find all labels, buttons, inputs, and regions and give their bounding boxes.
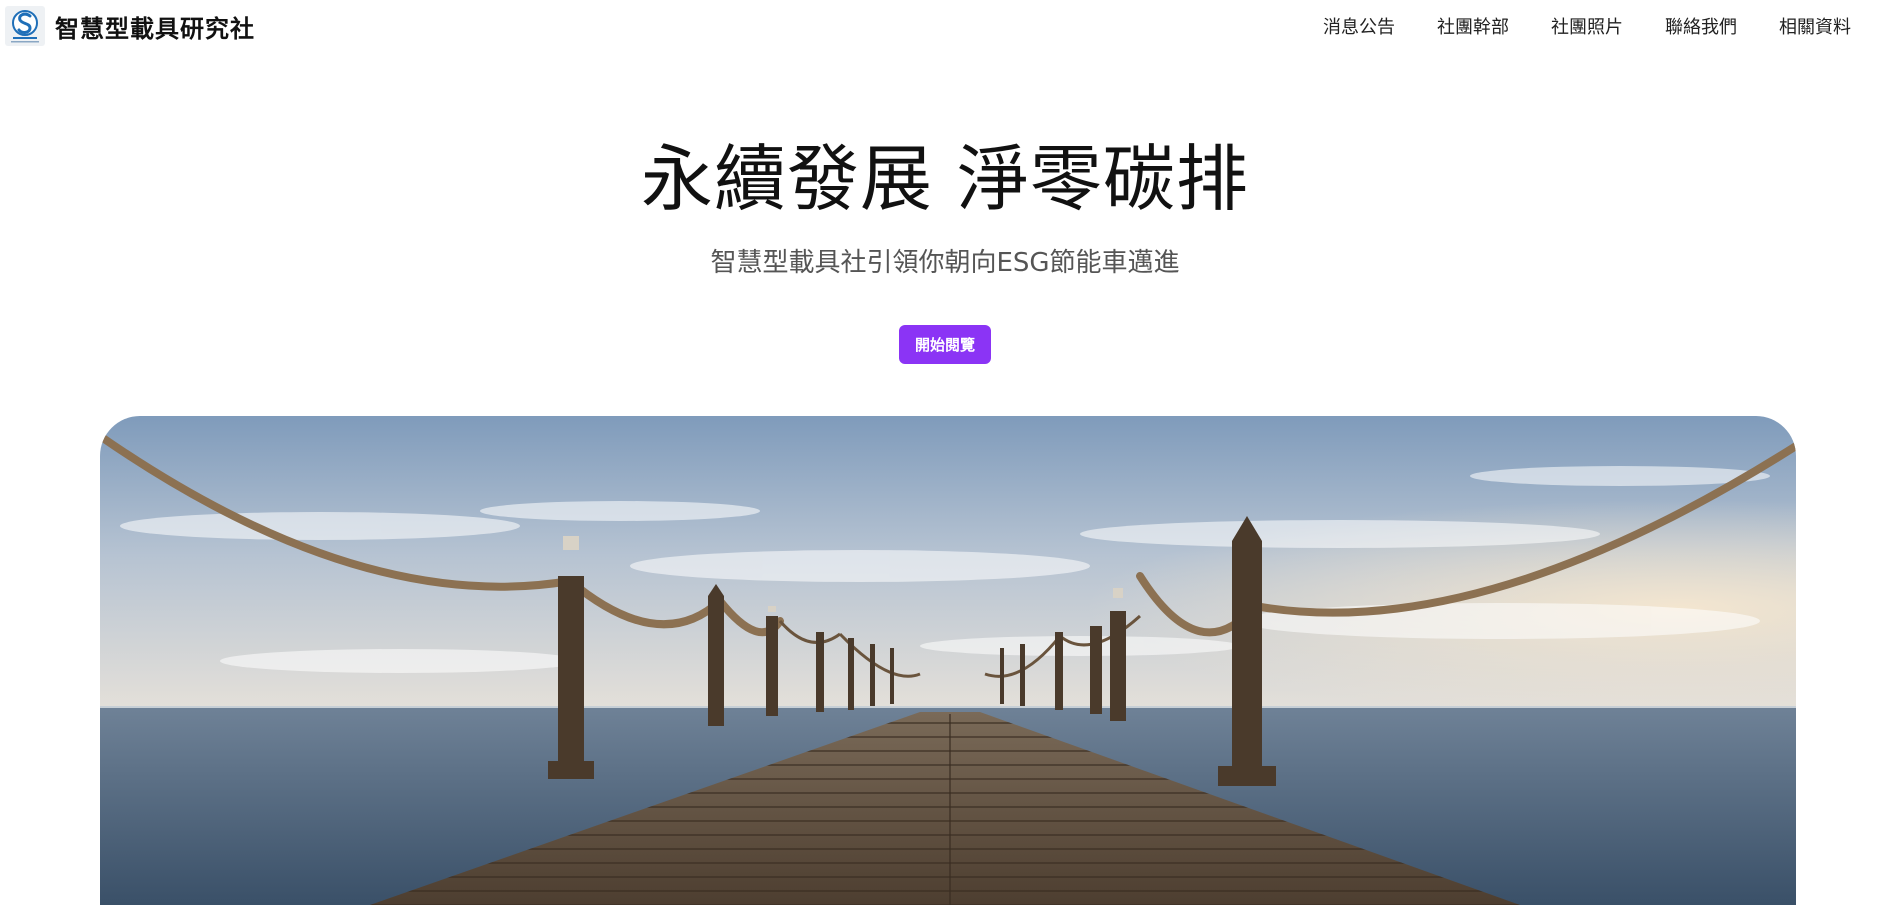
- nav-item-contact[interactable]: 聯絡我們: [1665, 13, 1737, 39]
- pier-ocean-photo: [100, 416, 1796, 905]
- nav-item-resources[interactable]: 相關資料: [1779, 13, 1851, 39]
- hero-subtitle: 智慧型載具社引領你朝向ESG節能車邁進: [710, 248, 1180, 278]
- brand-home-link[interactable]: 智慧型載具研究社: [5, 6, 255, 46]
- brand-name: 智慧型載具研究社: [55, 14, 255, 43]
- nav-item-announcements[interactable]: 消息公告: [1323, 13, 1395, 39]
- nav-item-photos[interactable]: 社團照片: [1551, 13, 1623, 39]
- hero-title: 永續發展 淨零碳排: [641, 137, 1249, 221]
- start-browsing-button[interactable]: 開始閱覽: [899, 325, 991, 364]
- main-nav: 消息公告 社團幹部 社團照片 聯絡我們 相關資料: [1323, 12, 1851, 40]
- club-logo-icon: [5, 6, 45, 46]
- top-navigation-bar: 智慧型載具研究社 消息公告 社團幹部 社團照片 聯絡我們 相關資料: [0, 0, 1890, 52]
- nav-item-officers[interactable]: 社團幹部: [1437, 13, 1509, 39]
